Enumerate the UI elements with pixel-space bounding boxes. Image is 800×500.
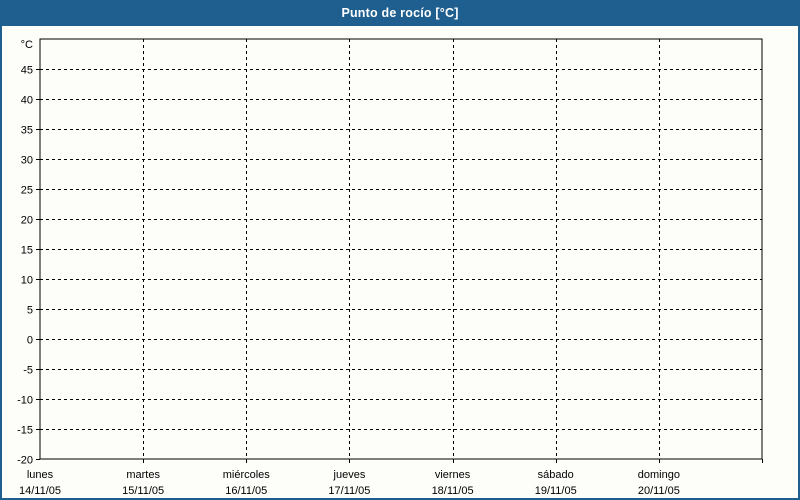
y-tick-label: 30 [21, 155, 33, 167]
x-date-label: 18/11/05 [432, 485, 474, 497]
y-tick-label: 15 [21, 245, 33, 257]
x-day-label: jueves [333, 469, 366, 481]
x-day-label: martes [126, 469, 160, 481]
plot-area: -20 -15 -10 -5 0 5 10 15 20 25 30 35 40 45 °C lunes 14/1… [0, 0, 800, 500]
x-date-label: 19/11/05 [535, 485, 577, 497]
x-date-label: 16/11/05 [225, 485, 267, 497]
y-tick-label: 40 [21, 95, 33, 107]
x-date-label: 15/11/05 [122, 485, 164, 497]
x-date-label: 14/11/05 [19, 485, 61, 497]
x-date-label: 17/11/05 [328, 485, 370, 497]
y-tick-label: -5 [23, 365, 33, 377]
y-axis-unit-label: °C [21, 39, 33, 51]
y-tick-label: 20 [21, 215, 33, 227]
dew-point-chart-svg: -20 -15 -10 -5 0 5 10 15 20 25 30 35 40 45 °C lunes 14/1… [17, 38, 763, 497]
x-date-label: 20/11/05 [638, 485, 680, 497]
y-tick-label: 10 [21, 275, 33, 287]
y-tick-label: 25 [21, 185, 33, 197]
y-tick-label: 5 [27, 305, 33, 317]
y-tick-label: 0 [27, 335, 33, 347]
x-day-label: miércoles [223, 469, 271, 481]
y-tick-label: 45 [21, 65, 33, 77]
x-day-label: sábado [538, 469, 574, 481]
y-tick-label: -15 [17, 425, 33, 437]
x-day-label: domingo [638, 469, 680, 481]
y-tick-label: -10 [17, 395, 33, 407]
y-tick-label: 35 [21, 125, 33, 137]
chart-window: Punto de rocío [°C] -20 -15 -10 -5 0 5 10 15 20 2… [0, 0, 800, 500]
x-day-label: lunes [27, 469, 54, 481]
y-tick-label: -20 [17, 455, 33, 467]
x-day-label: viernes [435, 469, 471, 481]
